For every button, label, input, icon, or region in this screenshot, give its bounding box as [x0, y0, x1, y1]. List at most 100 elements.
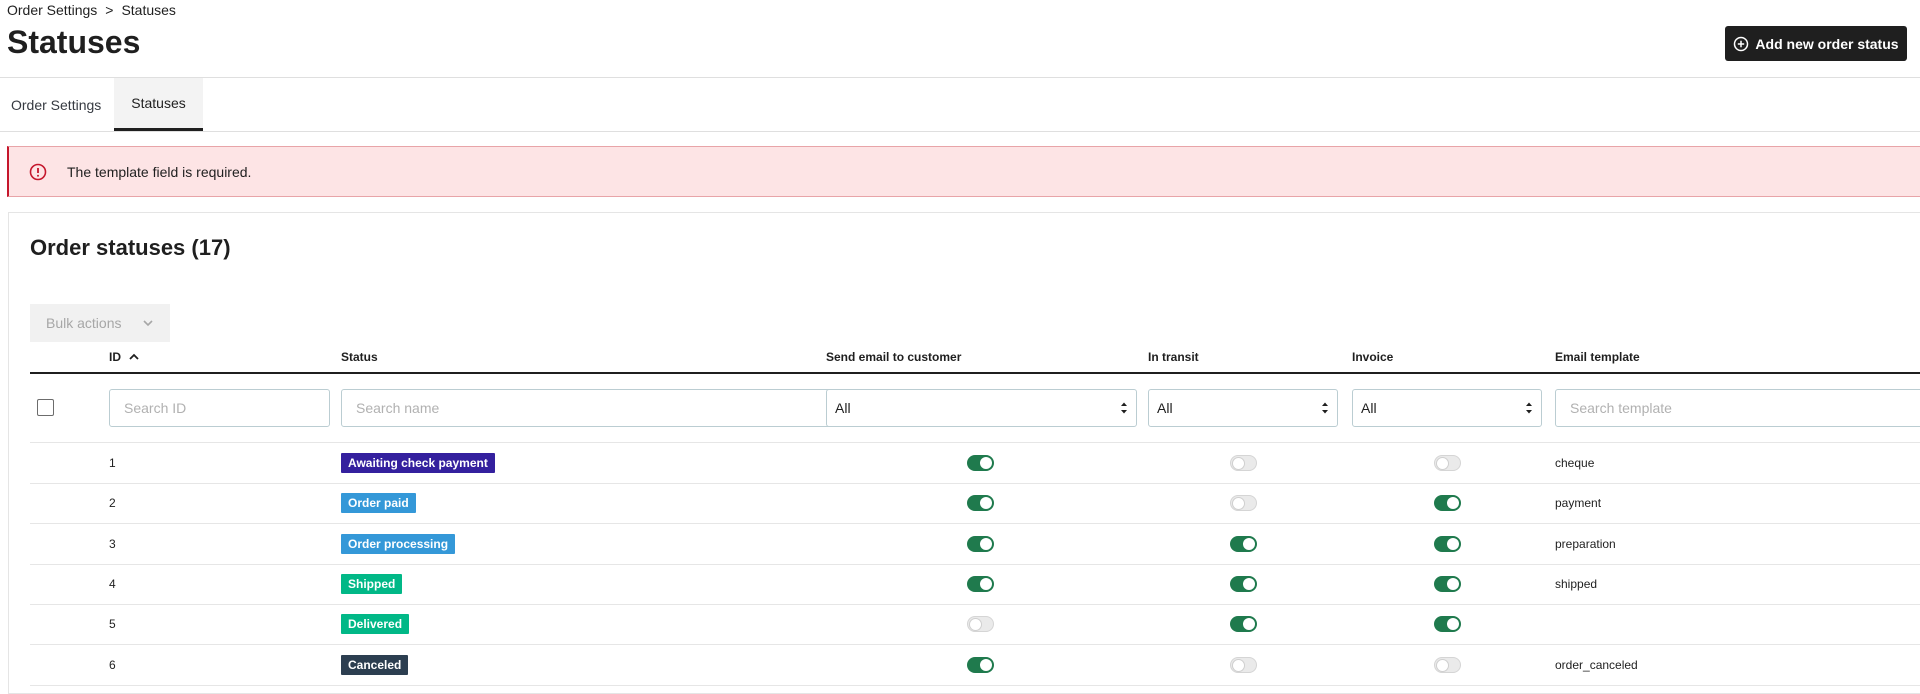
send-email-toggle[interactable] — [967, 575, 994, 592]
status-badge: Order paid — [341, 493, 416, 514]
table-row: 4 Shipped shipped — [30, 564, 1920, 605]
in-transit-toggle[interactable] — [1230, 616, 1257, 633]
row-status-cell: Shipped — [341, 564, 403, 604]
status-badge: Shipped — [341, 573, 403, 594]
invoice-toggle[interactable] — [1434, 656, 1461, 673]
send-email-toggle[interactable] — [967, 616, 994, 633]
breadcrumb-current: Statuses — [121, 2, 176, 18]
tab-statuses[interactable]: Statuses — [114, 78, 203, 131]
bulk-actions-button[interactable]: Bulk actions — [30, 304, 170, 342]
select-value: All — [1157, 400, 1173, 416]
toggle-knob — [1243, 577, 1255, 590]
in-transit-toggle[interactable] — [1230, 495, 1257, 512]
error-alert: The template field is required. — [7, 146, 1920, 197]
status-badge: Canceled — [341, 654, 409, 675]
table-row: 2 Order paid payment — [30, 483, 1920, 525]
in-transit-toggle[interactable] — [1230, 575, 1257, 592]
add-order-status-label: Add new order status — [1755, 35, 1899, 52]
table-row: 1 Awaiting check payment cheque — [30, 443, 1920, 484]
toggle-knob — [1243, 618, 1255, 631]
error-circle-icon — [29, 163, 47, 181]
toggle-knob — [1232, 658, 1245, 672]
in-transit-toggle[interactable] — [1230, 656, 1257, 673]
invoice-toggle[interactable] — [1434, 535, 1461, 552]
toggle-knob — [980, 537, 992, 550]
toggle-knob — [980, 457, 992, 469]
row-email-template: order_canceled — [1555, 657, 1638, 672]
status-badge: Order processing — [341, 533, 456, 554]
table-row: 3 Order processing preparation — [30, 524, 1920, 565]
sort-arrows-icon — [1525, 401, 1533, 415]
page-title: Statuses — [7, 24, 141, 60]
toggle-knob — [980, 658, 992, 671]
row-email-template: preparation — [1555, 536, 1616, 551]
row-id: 1 — [109, 456, 116, 470]
row-email-template: cheque — [1555, 456, 1595, 470]
row-id: 4 — [109, 576, 116, 591]
breadcrumb-separator: > — [105, 2, 114, 18]
table-row: 6 Canceled order_canceled — [30, 645, 1920, 686]
search-name-input[interactable] — [341, 389, 845, 427]
alert-message: The template field is required. — [67, 164, 252, 180]
table-row: 5 Delivered — [30, 604, 1920, 646]
row-status-cell: Delivered — [341, 604, 410, 644]
search-id-input[interactable] — [109, 389, 330, 427]
breadcrumb: Order Settings > Statuses — [7, 2, 176, 18]
search-template-input[interactable] — [1555, 389, 1920, 427]
chevron-down-icon — [142, 317, 154, 329]
column-header-status: Status — [341, 350, 378, 364]
column-header-in-transit: In transit — [1148, 350, 1199, 364]
tab-label: Order Settings — [11, 96, 102, 113]
invoice-toggle[interactable] — [1434, 495, 1461, 512]
tab-label: Statuses — [131, 95, 186, 111]
filter-row: All All All — [30, 374, 1920, 443]
toggle-knob — [969, 618, 982, 632]
row-status-cell: Canceled — [341, 645, 409, 685]
row-status-cell: Awaiting check payment — [341, 443, 495, 483]
select-all-checkbox[interactable] — [37, 399, 54, 416]
toggle-knob — [1436, 658, 1449, 672]
send-email-toggle[interactable] — [967, 455, 994, 471]
status-badge: Delivered — [341, 614, 410, 635]
column-header-email-template: Email template — [1555, 350, 1640, 364]
toggle-knob — [1447, 497, 1459, 510]
card-title: Order statuses (17) — [30, 235, 231, 260]
row-id: 3 — [109, 536, 116, 551]
column-header-id[interactable]: ID — [109, 350, 139, 364]
toggle-knob — [1447, 618, 1459, 631]
toggle-knob — [1436, 457, 1449, 470]
send-email-toggle[interactable] — [967, 656, 994, 673]
plus-circle-icon — [1733, 36, 1749, 52]
in-transit-toggle[interactable] — [1230, 455, 1257, 471]
breadcrumb-parent-link[interactable]: Order Settings — [7, 2, 97, 18]
select-value: All — [1361, 400, 1377, 416]
column-header-send-email: Send email to customer — [826, 350, 962, 364]
send-email-toggle[interactable] — [967, 535, 994, 552]
send-email-toggle[interactable] — [967, 495, 994, 512]
toggle-knob — [980, 497, 992, 510]
in-transit-filter-select[interactable]: All — [1148, 389, 1338, 427]
toggle-knob — [1447, 577, 1459, 590]
tab-order-settings[interactable]: Order Settings — [0, 78, 112, 131]
invoice-toggle[interactable] — [1434, 575, 1461, 592]
sort-arrows-icon — [1120, 401, 1128, 415]
row-id: 5 — [109, 617, 116, 632]
column-header-invoice: Invoice — [1352, 350, 1394, 364]
invoice-toggle[interactable] — [1434, 616, 1461, 633]
row-email-template: payment — [1555, 496, 1602, 511]
add-order-status-button[interactable]: Add new order status — [1725, 26, 1907, 61]
bulk-actions-label: Bulk actions — [46, 315, 122, 331]
invoice-filter-select[interactable]: All — [1352, 389, 1542, 427]
select-value: All — [835, 400, 851, 416]
status-badge: Awaiting check payment — [341, 453, 495, 473]
sort-arrows-icon — [1321, 401, 1329, 415]
toggle-knob — [1447, 537, 1459, 550]
tab-bar: Order Settings Statuses — [0, 77, 1920, 132]
invoice-toggle[interactable] — [1434, 455, 1461, 471]
row-status-cell: Order processing — [341, 524, 456, 564]
sort-ascending-icon[interactable] — [129, 350, 139, 360]
toggle-knob — [1232, 457, 1245, 470]
in-transit-toggle[interactable] — [1230, 535, 1257, 552]
row-id: 2 — [109, 496, 116, 511]
send-email-filter-select[interactable]: All — [826, 389, 1137, 427]
